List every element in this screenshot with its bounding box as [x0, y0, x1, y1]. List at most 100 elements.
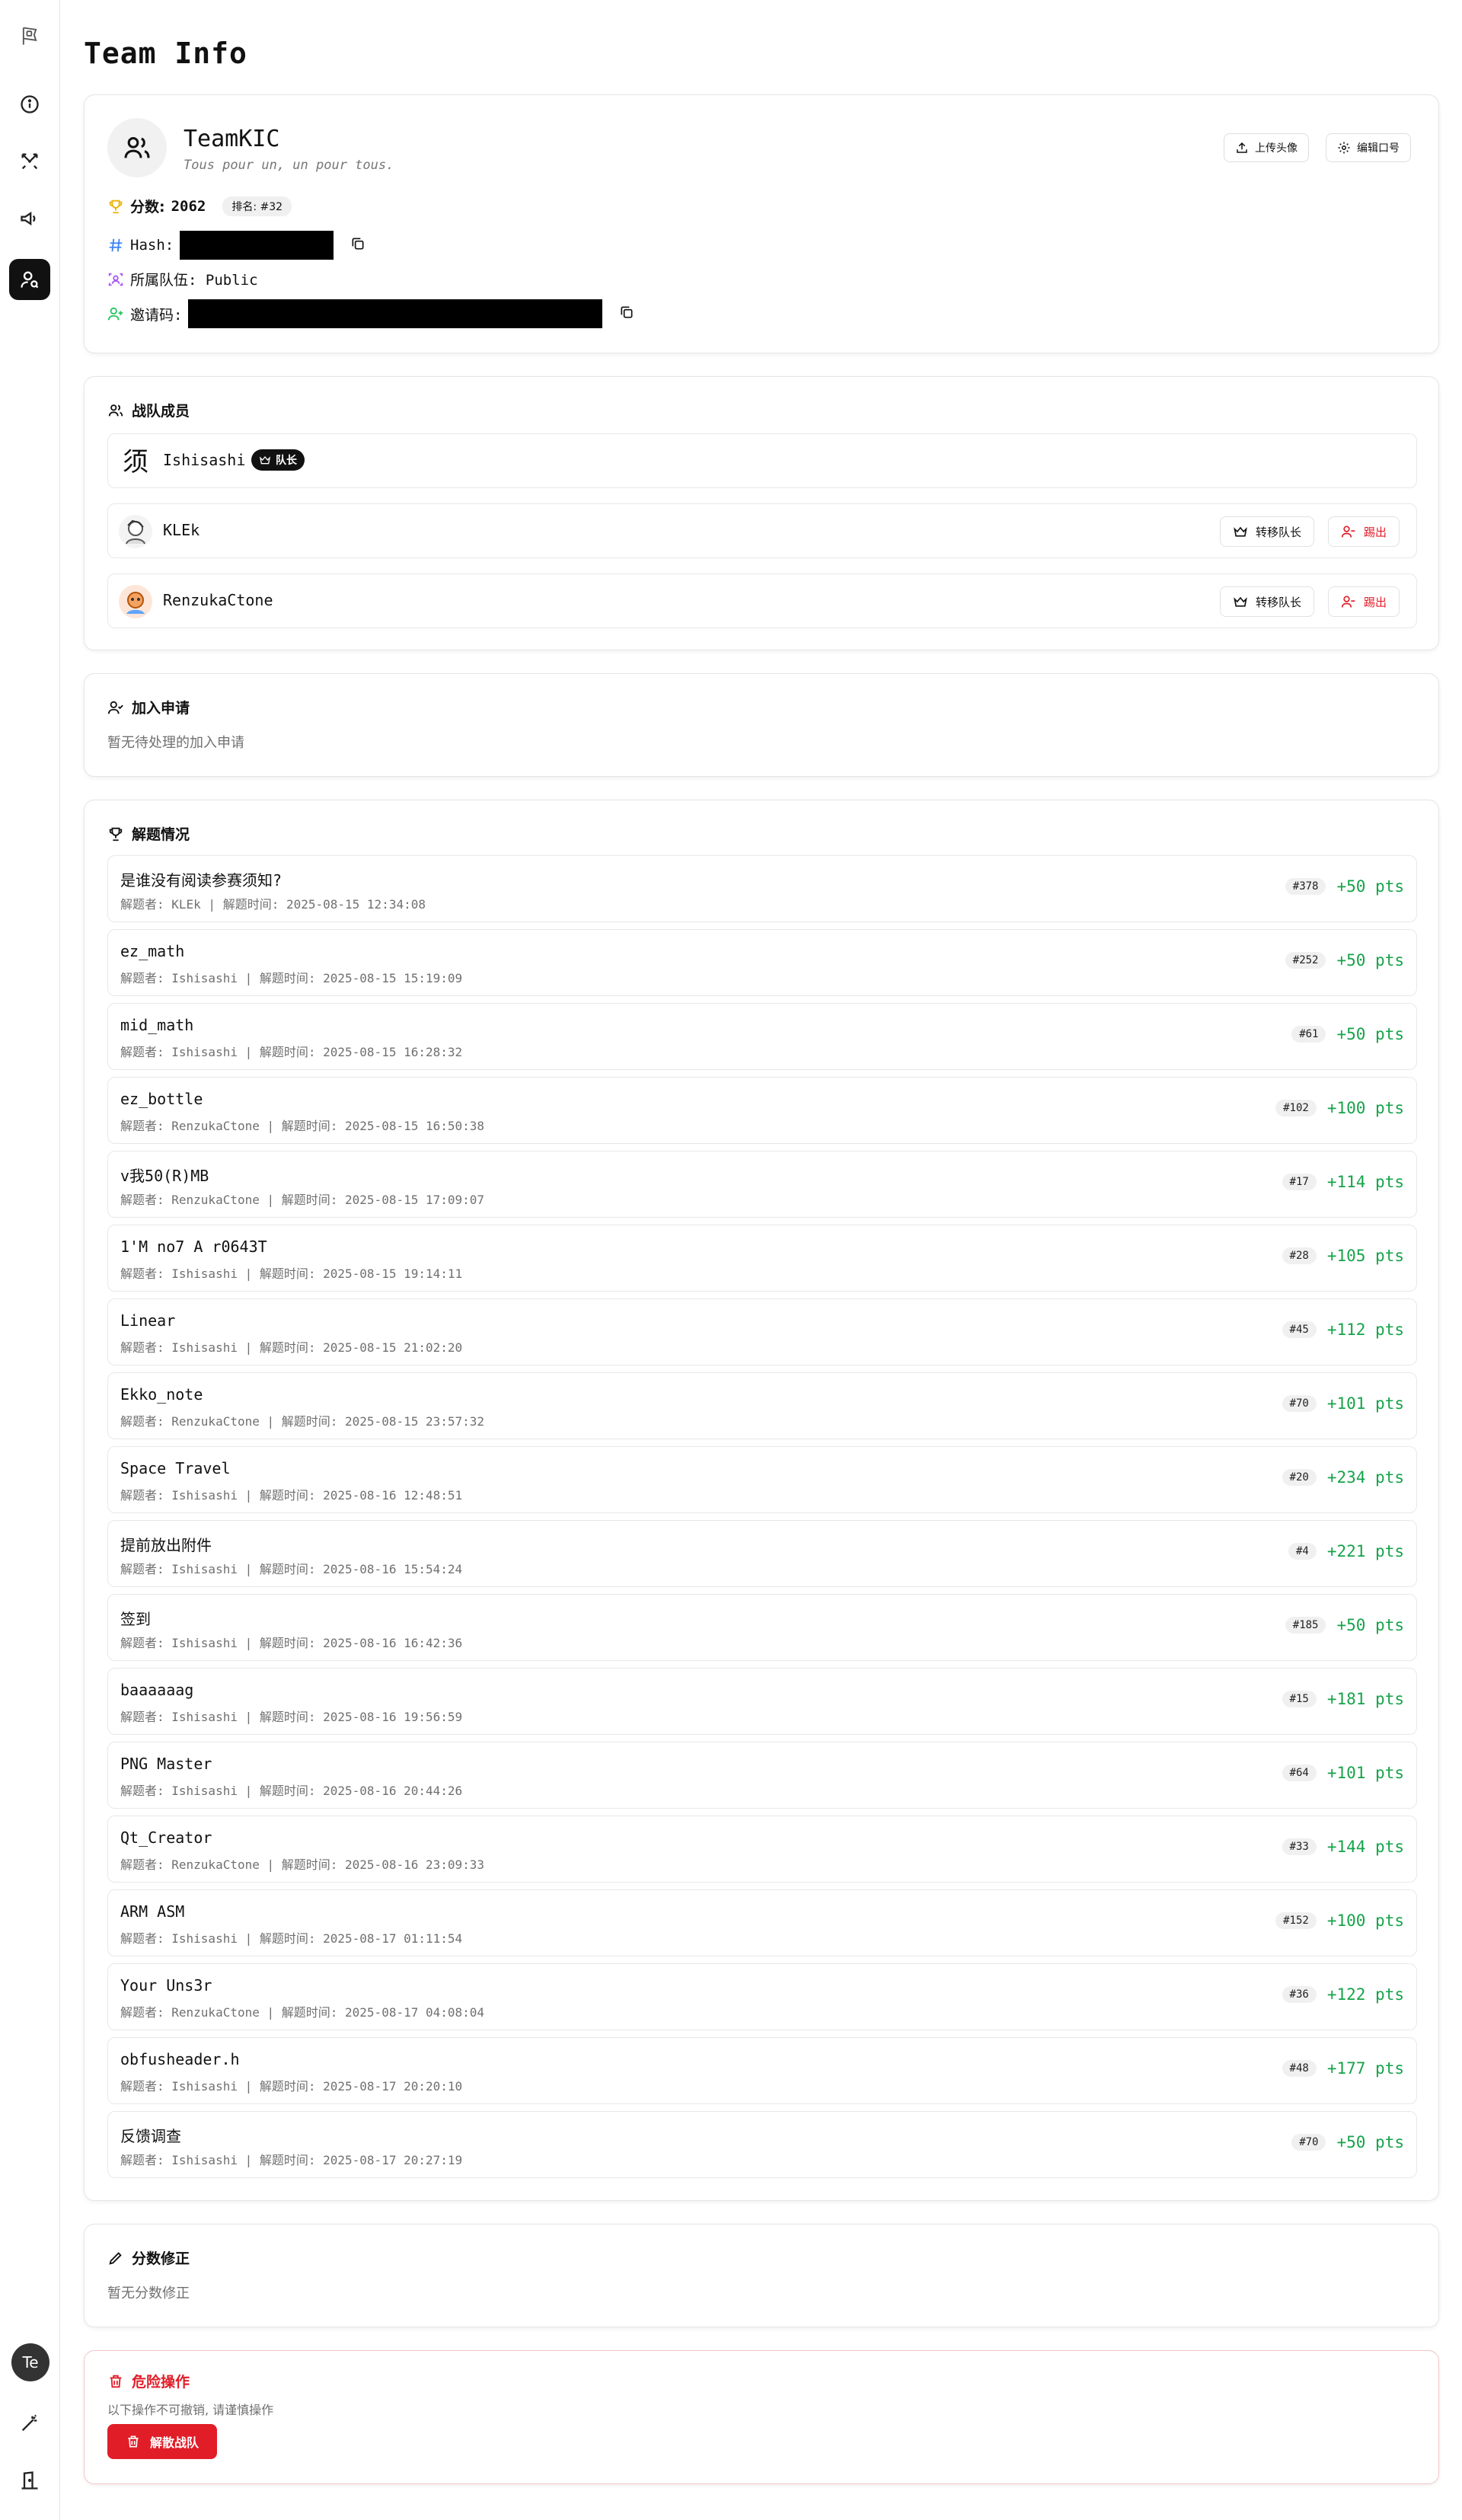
edit-motto-button[interactable]: 编辑口号 — [1326, 133, 1411, 162]
gear-icon — [1338, 142, 1350, 154]
kick-label: 踢出 — [1364, 595, 1387, 609]
solve-rank-badge: #64 — [1282, 1765, 1317, 1781]
solve-row: 提前放出附件解题者: Ishisashi | 解题时间: 2025-08-16 … — [107, 1520, 1417, 1587]
solve-challenge-name: 签到 — [120, 1610, 151, 1628]
join-requests-title-text: 加入申请 — [132, 700, 190, 717]
user-minus-icon — [1341, 596, 1355, 608]
transfer-leader-button[interactable]: 转移队长 — [1220, 516, 1315, 547]
solve-row: Linear 解题者: Ishisashi | 解题时间: 2025-08-15 … — [107, 1298, 1417, 1365]
solve-challenge-name: 提前放出附件 — [120, 1536, 212, 1554]
solve-rank-badge: #70 — [1291, 2134, 1326, 2151]
megaphone-icon[interactable] — [9, 198, 50, 239]
copy-invite-icon[interactable] — [619, 305, 634, 324]
solve-meta: 解题者: Ishisashi | 解题时间: 2025-08-16 15:54:… — [120, 1562, 463, 1576]
member-row: 须 Ishisashi 队长 — [107, 433, 1417, 488]
magic-wand-icon[interactable] — [9, 2403, 50, 2444]
solve-rank-badge: #4 — [1288, 1543, 1317, 1560]
upload-avatar-label: 上传头像 — [1255, 142, 1298, 155]
solve-meta: 解题者: RenzukaCtone | 解题时间: 2025-08-16 23:… — [120, 1857, 485, 1872]
solve-points: +181 pts — [1326, 1690, 1404, 1708]
disband-team-button[interactable]: 解散战队 — [107, 2424, 218, 2459]
info-icon[interactable] — [9, 84, 50, 125]
solve-rank-badge: #48 — [1282, 2060, 1317, 2077]
solve-challenge-name: Space Travel — [120, 1459, 231, 1477]
pencil-icon — [109, 2251, 122, 2265]
flag-logo-icon[interactable] — [9, 15, 50, 56]
solve-rank-badge: #20 — [1282, 1469, 1317, 1486]
solves-title: 解题情况 — [107, 823, 190, 844]
leader-badge-label: 队长 — [276, 455, 297, 467]
hash-icon — [109, 238, 123, 252]
team-motto: Tous pour un, un pour tous. — [184, 158, 394, 173]
solve-row: 反馈调查解题者: Ishisashi | 解题时间: 2025-08-17 20… — [107, 2111, 1417, 2178]
hash-redacted — [180, 231, 334, 260]
solve-rank-badge: #152 — [1275, 1912, 1317, 1929]
solve-stats: #4 +221 pts — [1288, 1542, 1404, 1560]
solve-stats: #36 +122 pts — [1282, 1985, 1404, 2004]
hash-label: Hash: — [130, 237, 174, 254]
swords-icon[interactable] — [9, 141, 50, 182]
solve-meta: 解题者: Ishisashi | 解题时间: 2025-08-17 20:27:… — [120, 2153, 463, 2167]
solve-stats: #20 +234 pts — [1282, 1468, 1404, 1487]
member-avatar: 须 — [119, 445, 152, 478]
solve-points: +234 pts — [1326, 1468, 1404, 1487]
solve-meta: 解题者: Ishisashi | 解题时间: 2025-08-16 12:48:… — [120, 1488, 463, 1503]
user-plus-icon — [107, 307, 123, 321]
solve-row: ez_bottle 解题者: RenzukaCtone | 解题时间: 2025-… — [107, 1077, 1417, 1144]
page-title: Team Info — [84, 37, 247, 70]
score-label: 分数: — [130, 199, 165, 216]
crown-icon — [1234, 526, 1247, 537]
solve-points: +100 pts — [1326, 1099, 1404, 1117]
solve-meta: 解题者: Ishisashi | 解题时间: 2025-08-15 15:19:… — [120, 971, 463, 985]
solve-row: v我50(R)MB 解题者: RenzukaCtone | 解题时间: 2025-… — [107, 1151, 1417, 1218]
team-icon[interactable] — [9, 259, 50, 300]
upload-avatar-button[interactable]: 上传头像 — [1224, 133, 1309, 162]
copy-hash-icon[interactable] — [350, 236, 366, 255]
solve-challenge-name: ez_math — [120, 942, 185, 960]
transfer-leader-label: 转移队长 — [1256, 525, 1302, 539]
member-row: RenzukaCtone 转移队长 踢出 — [107, 573, 1417, 628]
solve-rank-badge: #252 — [1285, 952, 1326, 969]
invite-label: 邀请码: — [130, 306, 183, 324]
solve-challenge-name: 是谁没有阅读参赛须知? — [120, 871, 283, 890]
score-adjust-empty: 暂无分数修正 — [107, 2285, 190, 2301]
user-initials: Te — [22, 2353, 39, 2371]
user-avatar[interactable]: Te — [11, 2343, 49, 2381]
team-name: TeamKIC — [184, 126, 280, 152]
solve-meta: 解题者: Ishisashi | 解题时间: 2025-08-16 20:44:… — [120, 1784, 463, 1798]
solve-challenge-name: v我50(R)MB — [120, 1167, 209, 1185]
solve-challenge-name: 反馈调查 — [120, 2127, 181, 2145]
solve-points: +50 pts — [1336, 877, 1404, 896]
members-title: 战队成员 — [107, 400, 190, 420]
solve-stats: #28 +105 pts — [1282, 1247, 1404, 1265]
score-value: 2062 — [171, 197, 206, 215]
kick-button[interactable]: 踢出 — [1328, 516, 1400, 547]
transfer-leader-label: 转移队长 — [1256, 595, 1302, 609]
solve-row: Your Uns3r 解题者: RenzukaCtone | 解题时间: 2025… — [107, 1963, 1417, 2030]
solve-stats: #102 +100 pts — [1275, 1099, 1404, 1117]
solve-row: mid_math 解题者: Ishisashi | 解题时间: 2025-08-1… — [107, 1003, 1417, 1070]
solve-row: PNG Master 解题者: Ishisashi | 解题时间: 2025-08… — [107, 1742, 1417, 1809]
solve-stats: #64 +101 pts — [1282, 1764, 1404, 1782]
solve-points: +144 pts — [1326, 1838, 1404, 1856]
solve-points: +50 pts — [1336, 2133, 1404, 2151]
member-name: KLEk — [163, 521, 200, 539]
kick-button[interactable]: 踢出 — [1328, 586, 1400, 617]
solve-row: Space Travel 解题者: Ishisashi | 解题时间: 2025-… — [107, 1446, 1417, 1513]
solve-meta: 解题者: RenzukaCtone | 解题时间: 2025-08-15 16:… — [120, 1119, 485, 1133]
trophy-icon — [109, 827, 123, 841]
transfer-leader-button[interactable]: 转移队长 — [1220, 586, 1315, 617]
group-row: 所属队伍: Public — [107, 269, 258, 289]
danger-title-text: 危险操作 — [132, 2374, 190, 2391]
solve-challenge-name: ez_bottle — [120, 1090, 203, 1108]
solve-stats: #33 +144 pts — [1282, 1838, 1404, 1856]
solve-rank-badge: #28 — [1282, 1247, 1317, 1264]
door-exit-icon[interactable] — [9, 2460, 50, 2501]
solve-points: +50 pts — [1336, 951, 1404, 969]
solve-row: 是谁没有阅读参赛须知? 解题者: KLEk | 解题时间: 2025-08-15 … — [107, 855, 1417, 922]
trash-icon — [128, 2435, 139, 2448]
solve-rank-badge: #70 — [1282, 1395, 1317, 1412]
invite-code-redacted — [188, 299, 603, 328]
solve-meta: 解题者: Ishisashi | 解题时间: 2025-08-16 19:56:… — [120, 1710, 463, 1724]
trophy-icon — [109, 200, 123, 213]
